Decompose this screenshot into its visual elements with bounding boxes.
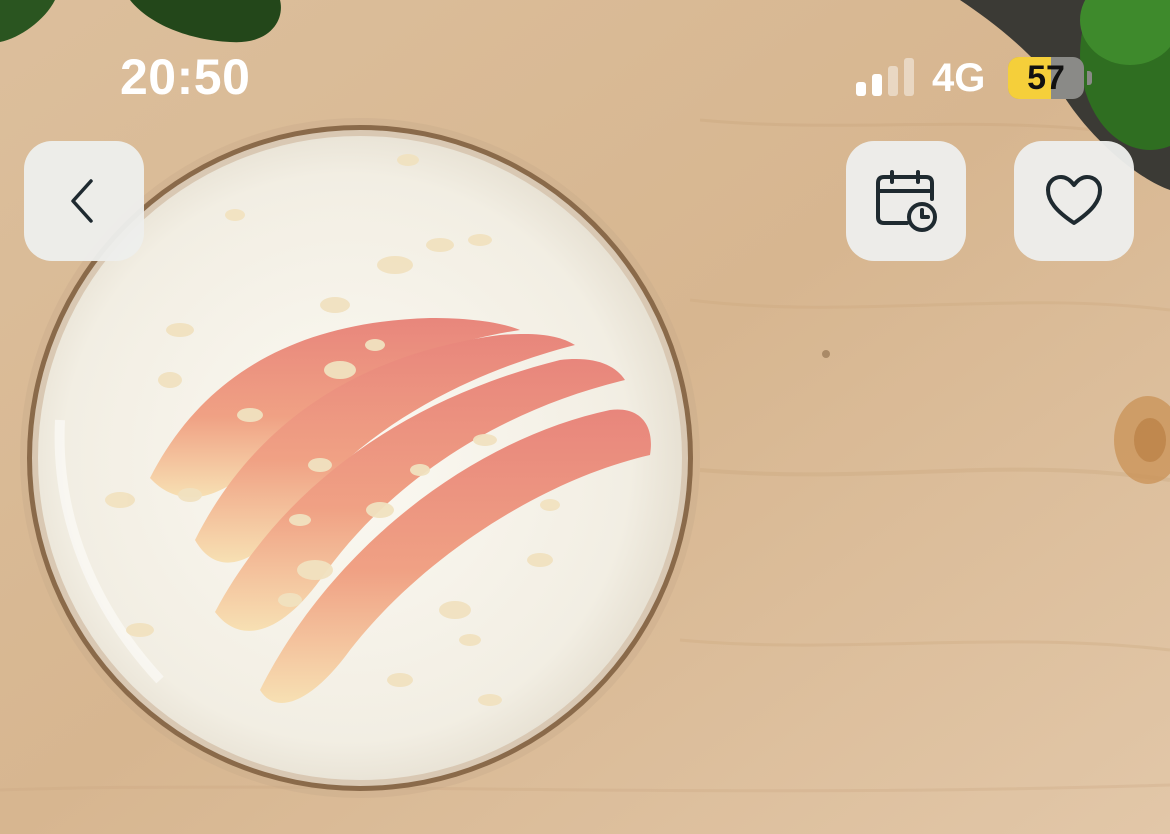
favorite-button[interactable]	[1014, 141, 1134, 261]
status-time: 20:50	[120, 49, 251, 105]
battery-icon: 57	[1008, 57, 1092, 99]
battery-cap	[1087, 71, 1092, 85]
back-button[interactable]	[24, 141, 144, 261]
screen: 20:50 4G 57	[0, 0, 1170, 834]
chevron-left-icon	[71, 179, 93, 223]
battery-body: 57	[1008, 57, 1084, 99]
signal-bar	[888, 66, 898, 96]
schedule-button[interactable]	[846, 141, 966, 261]
calendar-clock-icon	[876, 170, 937, 232]
signal-bar	[872, 74, 882, 96]
battery-percentage: 57	[1027, 59, 1065, 97]
status-bar: 20:50 4G 57	[0, 0, 1170, 140]
signal-bar	[904, 58, 914, 96]
network-type-label: 4G	[932, 56, 986, 100]
heart-outline-icon	[1046, 175, 1102, 225]
signal-bar	[856, 82, 866, 96]
cellular-signal-icon	[856, 58, 914, 96]
